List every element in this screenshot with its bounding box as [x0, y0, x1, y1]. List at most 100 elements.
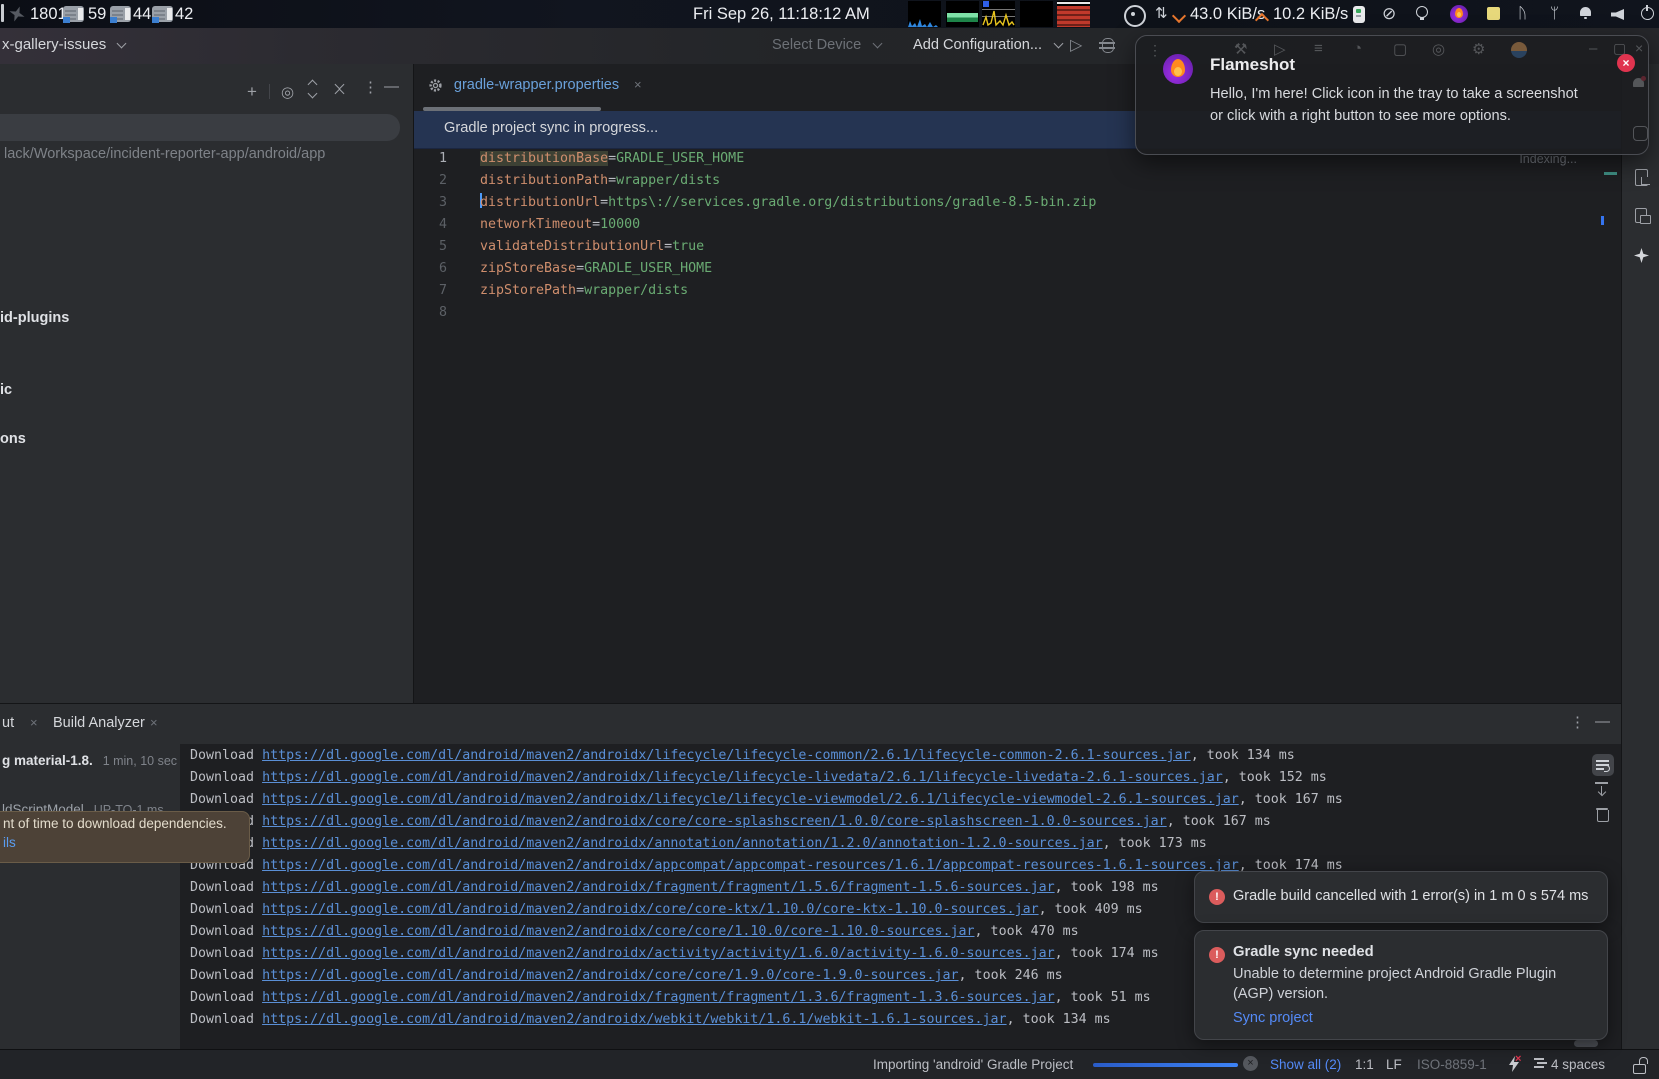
do-not-disturb-icon[interactable]: ⊘ [1382, 0, 1396, 28]
memory-bar-applet[interactable] [946, 1, 979, 27]
device-mirror-icon: ▢ [1393, 40, 1407, 58]
disk-graph-applet[interactable] [1057, 1, 1090, 27]
soft-wrap-toggle[interactable] [1592, 754, 1614, 776]
log-url-link[interactable]: https://dl.google.com/dl/android/maven2/… [262, 946, 1055, 961]
add-configuration-dropdown[interactable]: Add Configuration... [913, 37, 1062, 53]
net-up-arrow-icon [1257, 12, 1267, 28]
tab-build-output[interactable]: ut [2, 715, 14, 731]
gpu-chip-icon [152, 0, 173, 16]
code-line[interactable]: 7zipStorePath=wrapper/dists [414, 280, 1621, 302]
usb-icon[interactable]: ᛘ [1550, 0, 1559, 28]
log-line: Download https://dl.google.com/dl/androi… [190, 965, 1063, 987]
tree-item-ic[interactable]: ic [0, 382, 12, 398]
notification-build-cancelled[interactable]: ! Gradle build cancelled with 1 error(s)… [1194, 871, 1608, 923]
show-all-link[interactable]: Show all (2) [1270, 1057, 1341, 1072]
project-search-field[interactable] [0, 114, 400, 141]
log-url-link[interactable]: https://dl.google.com/dl/android/maven2/… [262, 748, 1191, 763]
log-url-link[interactable]: https://dl.google.com/dl/android/maven2/… [262, 858, 1239, 873]
bluetooth-icon[interactable]: ᚢ [1518, 0, 1527, 28]
log-url-link[interactable]: https://dl.google.com/dl/android/maven2/… [262, 792, 1239, 807]
build-tree-row[interactable]: g material-1.8. 1 min, 10 sec [2, 752, 177, 768]
hide-panel-icon[interactable]: — [1595, 713, 1610, 730]
editor-tab[interactable]: gradle-wrapper.properties × [428, 76, 642, 93]
tree-row-time: 1 min, 10 sec [103, 754, 177, 768]
log-url-link[interactable]: https://dl.google.com/dl/android/maven2/… [262, 770, 1223, 785]
sync-project-link[interactable]: Sync project [1233, 1010, 1313, 1026]
horizontal-scrollbar-thumb[interactable] [1574, 1040, 1598, 1047]
tree-item-ons[interactable]: ons [0, 431, 26, 447]
progress-label: Importing 'android' Gradle Project [873, 1057, 1073, 1072]
expand-all-icon[interactable] [309, 81, 316, 97]
add-icon[interactable]: + [247, 82, 257, 102]
clock[interactable]: Fri Sep 26, 11:18:12 AM [693, 0, 870, 28]
log-url-link[interactable]: https://dl.google.com/dl/android/maven2/… [262, 968, 958, 983]
updown-arrows-icon[interactable]: ⇅ [1155, 0, 1168, 28]
volume-icon[interactable] [1611, 9, 1624, 20]
notification-bell-icon[interactable] [1580, 7, 1591, 19]
log-url-link[interactable]: https://dl.google.com/dl/android/maven2/… [262, 836, 1103, 851]
popup-close-button[interactable]: × [1617, 54, 1635, 72]
log-suffix: , took 174 ms [1055, 946, 1159, 961]
cpu-graph-applet[interactable] [982, 1, 1015, 27]
blank-applet[interactable] [1020, 1, 1053, 27]
log-url-link[interactable]: https://dl.google.com/dl/android/maven2/… [262, 990, 1055, 1005]
log-url-link[interactable]: https://dl.google.com/dl/android/maven2/… [262, 902, 1039, 917]
code-line[interactable]: 4networkTimeout=10000 [414, 214, 1621, 236]
tooltip-details-link[interactable]: ils [3, 835, 239, 850]
more-options-icon[interactable]: ⋮ [363, 78, 378, 96]
locate-file-icon[interactable]: ◎ [281, 83, 294, 101]
log-line: Download https://dl.google.com/dl/androi… [190, 767, 1327, 789]
speaker-applet-icon[interactable] [1124, 5, 1146, 27]
cancel-progress-button[interactable]: × [1243, 1056, 1258, 1071]
flameshot-tray-icon[interactable] [1450, 5, 1468, 23]
flameshot-app-icon [1163, 54, 1193, 84]
indicator-applet-icon[interactable] [1353, 6, 1365, 23]
encoding-widget[interactable]: ISO-8859-1 [1417, 1057, 1487, 1072]
log-url-link[interactable]: https://dl.google.com/dl/android/maven2/… [262, 880, 1055, 895]
notification-gradle-sync[interactable]: ! Gradle sync needed Unable to determine… [1194, 930, 1608, 1040]
collapse-all-icon[interactable] [336, 81, 343, 97]
log-prefix: Download [190, 748, 262, 763]
code-line[interactable]: 3distributionUrl=https\://services.gradl… [414, 192, 1621, 214]
tree-item-plugins[interactable]: id-plugins [0, 310, 69, 326]
power-save-bolt-icon[interactable]: × [1508, 1056, 1520, 1075]
project-widget[interactable]: x-gallery-issues [2, 36, 125, 53]
run-button[interactable]: ▷ [1070, 35, 1082, 55]
more-options-icon[interactable]: ⋮ [1570, 713, 1585, 731]
log-url-link[interactable]: https://dl.google.com/dl/android/maven2/… [262, 1012, 1007, 1027]
flameshot-notification-popup[interactable]: ⋮ ⚒ ▷ ≡ ◔ ▢ ◎ ⚙ – ▢ × Flameshot Hello, I… [1135, 35, 1649, 155]
status-bar: Importing 'android' Gradle Project × Sho… [0, 1049, 1659, 1079]
caret-position-widget[interactable]: 1:1 [1355, 1057, 1374, 1072]
line-separator-widget[interactable]: LF [1386, 1057, 1402, 1072]
select-device-label: Select Device [772, 37, 861, 53]
tab-build-analyzer[interactable]: Build Analyzer [53, 715, 145, 731]
indent-widget[interactable]: 4 spaces [1551, 1057, 1605, 1072]
power-icon[interactable] [1641, 7, 1654, 20]
editor-area: gradle-wrapper.properties × Gradle proje… [414, 64, 1621, 703]
scroll-to-end-icon[interactable] [1595, 782, 1608, 795]
tree-row-label: g material-1.8. [2, 753, 93, 768]
running-devices-icon[interactable] [1635, 208, 1647, 223]
code-line[interactable]: 5validateDistributionUrl=true [414, 236, 1621, 258]
tab-close-icon[interactable]: × [634, 77, 642, 92]
ai-assistant-sparkle-icon[interactable] [1634, 248, 1649, 263]
code-line[interactable]: 2distributionPath=wrapper/dists [414, 170, 1621, 192]
debug-button[interactable] [1102, 38, 1114, 53]
unlock-icon[interactable] [1633, 1057, 1646, 1074]
lightbulb-icon[interactable] [1416, 6, 1428, 18]
window-minimize-icon: – [1589, 40, 1597, 57]
device-manager-icon[interactable] [1635, 169, 1648, 186]
select-device-dropdown[interactable]: Select Device [772, 37, 881, 53]
sticky-note-icon[interactable] [1487, 7, 1500, 20]
project-path: lack/Workspace/incident-reporter-app/and… [4, 146, 325, 162]
net-graph-applet[interactable] [908, 1, 941, 27]
clear-all-trash-icon[interactable] [1596, 808, 1609, 822]
code-line[interactable]: 8 [414, 302, 1621, 324]
log-url-link[interactable]: https://dl.google.com/dl/android/maven2/… [262, 924, 974, 939]
log-url-link[interactable]: https://dl.google.com/dl/android/maven2/… [262, 814, 1167, 829]
tab-close-icon[interactable]: × [30, 715, 38, 730]
code-line[interactable]: 6zipStoreBase=GRADLE_USER_HOME [414, 258, 1621, 280]
hide-panel-icon[interactable]: — [384, 78, 399, 95]
log-suffix: , took 409 ms [1039, 902, 1143, 917]
tab-close-icon[interactable]: × [150, 715, 158, 730]
